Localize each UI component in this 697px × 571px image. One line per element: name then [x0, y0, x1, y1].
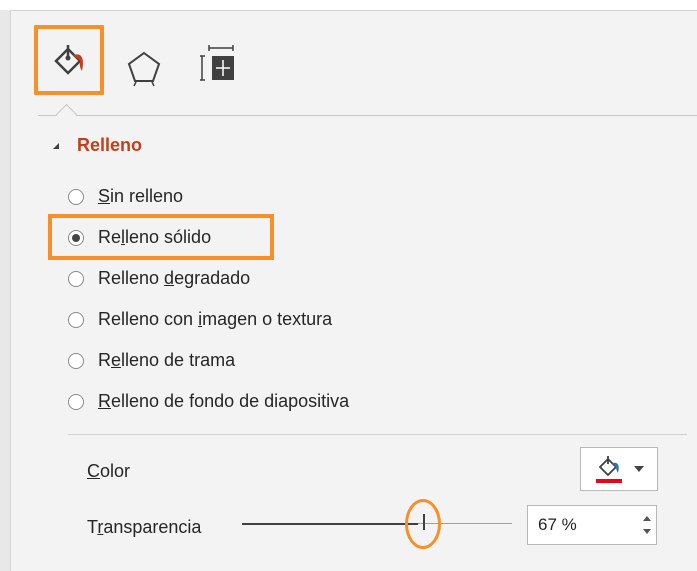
collapse-triangle-icon — [53, 142, 59, 149]
radio-button[interactable] — [68, 188, 84, 205]
option-label: Relleno degradado — [98, 268, 251, 288]
transparency-label: Transparencia — [87, 517, 202, 537]
fill-bucket-icon — [54, 45, 83, 75]
section-fill-header[interactable]: Relleno — [53, 135, 142, 156]
transparency-slider[interactable] — [242, 523, 512, 525]
tab-effects[interactable] — [118, 43, 170, 95]
color-label: Color — [87, 461, 131, 481]
radio-button[interactable] — [68, 393, 84, 410]
transparency-value[interactable]: 67 % — [528, 515, 638, 535]
tab-size-properties[interactable] — [194, 41, 246, 93]
radio-relleno-trama[interactable]: Relleno de trama — [68, 340, 349, 381]
tab-fill-line[interactable] — [34, 25, 104, 95]
paint-bucket-icon — [596, 456, 622, 483]
tab-divider — [38, 115, 697, 116]
option-label: Sin relleno — [98, 186, 184, 206]
section-divider — [68, 434, 687, 435]
color-picker-button[interactable] — [580, 447, 658, 491]
chevron-down-icon[interactable] — [634, 466, 644, 472]
radio-button[interactable] — [68, 311, 84, 328]
pentagon-shape-icon — [127, 51, 161, 87]
option-label: Relleno sólido — [98, 227, 212, 247]
radio-relleno-degradado[interactable]: Relleno degradado — [68, 258, 349, 299]
thumb-highlight — [405, 499, 441, 549]
radio-relleno-fondo-diapositiva[interactable]: Relleno de fondo de diapositiva — [68, 381, 349, 422]
spinner-arrows — [638, 516, 656, 534]
option-label: Relleno de trama — [98, 350, 236, 370]
radio-relleno-imagen[interactable]: Relleno con imagen o textura — [68, 299, 349, 340]
option-label: Relleno con imagen o textura — [98, 309, 333, 329]
slider-fill — [242, 523, 418, 525]
size-properties-icon — [200, 45, 234, 81]
spin-up-icon[interactable] — [643, 516, 651, 521]
option-label: Relleno de fondo de diapositiva — [98, 391, 350, 411]
transparency-spinner[interactable]: 67 % — [527, 505, 657, 545]
radio-relleno-solido[interactable]: Relleno sólido — [68, 217, 349, 258]
fill-options: Sin relleno Relleno sólido Relleno degra… — [68, 176, 349, 422]
radio-button[interactable] — [68, 352, 84, 369]
spin-down-icon[interactable] — [643, 529, 651, 534]
top-strip — [0, 0, 697, 10]
radio-sin-relleno[interactable]: Sin relleno — [68, 176, 349, 217]
format-tabs — [11, 11, 697, 121]
section-title: Relleno — [77, 135, 143, 155]
radio-button-selected[interactable] — [68, 229, 84, 246]
radio-button[interactable] — [68, 270, 84, 287]
